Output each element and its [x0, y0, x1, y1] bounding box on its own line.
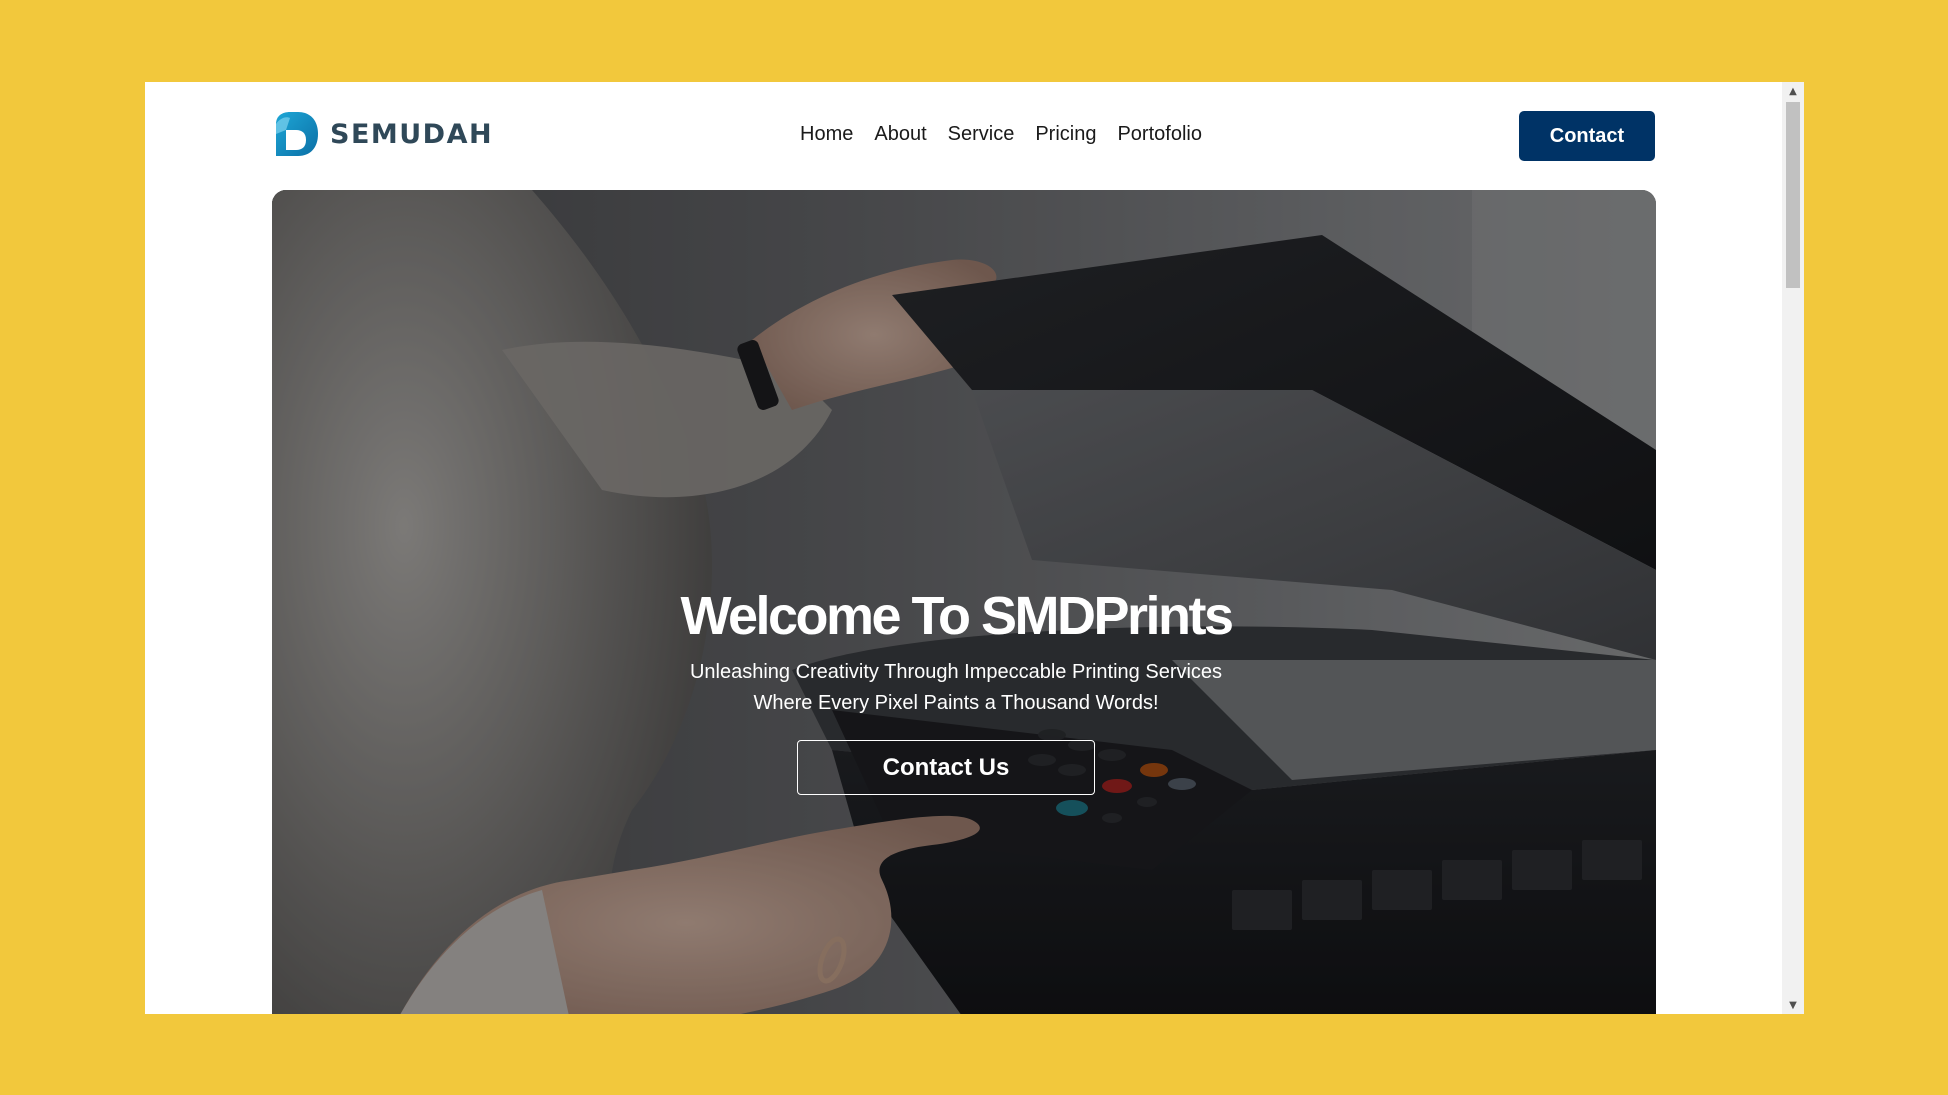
logo[interactable]: SEMUDAH [272, 110, 493, 158]
brand-name: SEMUDAH [330, 118, 494, 150]
header-contact-button[interactable]: Contact [1519, 111, 1655, 161]
semudah-logo-icon [276, 112, 318, 156]
hero-subtitle-line2: Where Every Pixel Paints a Thousand Word… [753, 692, 1159, 714]
scroll-up-arrow-icon[interactable]: ▲ [1782, 82, 1804, 100]
contact-us-button[interactable]: Contact Us [797, 740, 1095, 795]
nav-home[interactable]: Home [800, 122, 853, 146]
nav-pricing[interactable]: Pricing [1035, 122, 1096, 146]
hero-content: Welcome To SMDPrints Unleashing Creativi… [272, 190, 1656, 1014]
nav-portofolio[interactable]: Portofolio [1117, 122, 1202, 146]
nav-service[interactable]: Service [948, 122, 1015, 146]
hero-title: Welcome To SMDPrints [680, 586, 1234, 646]
web-page: SEMUDAH Home About Service Pricing Porto… [145, 82, 1782, 1014]
site-header: SEMUDAH Home About Service Pricing Porto… [145, 82, 1782, 190]
scroll-down-arrow-icon[interactable]: ▼ [1782, 996, 1804, 1014]
hero-subtitle-line1: Unleashing Creativity Through Impeccable… [689, 661, 1223, 683]
browser-window: SEMUDAH Home About Service Pricing Porto… [145, 82, 1804, 1014]
hero-section: Welcome To SMDPrints Unleashing Creativi… [272, 190, 1656, 1014]
main-nav: Home About Service Pricing Portofolio [800, 122, 1223, 146]
nav-about[interactable]: About [874, 122, 926, 146]
scroll-thumb[interactable] [1786, 102, 1800, 288]
vertical-scrollbar[interactable]: ▲ ▼ [1782, 82, 1804, 1014]
